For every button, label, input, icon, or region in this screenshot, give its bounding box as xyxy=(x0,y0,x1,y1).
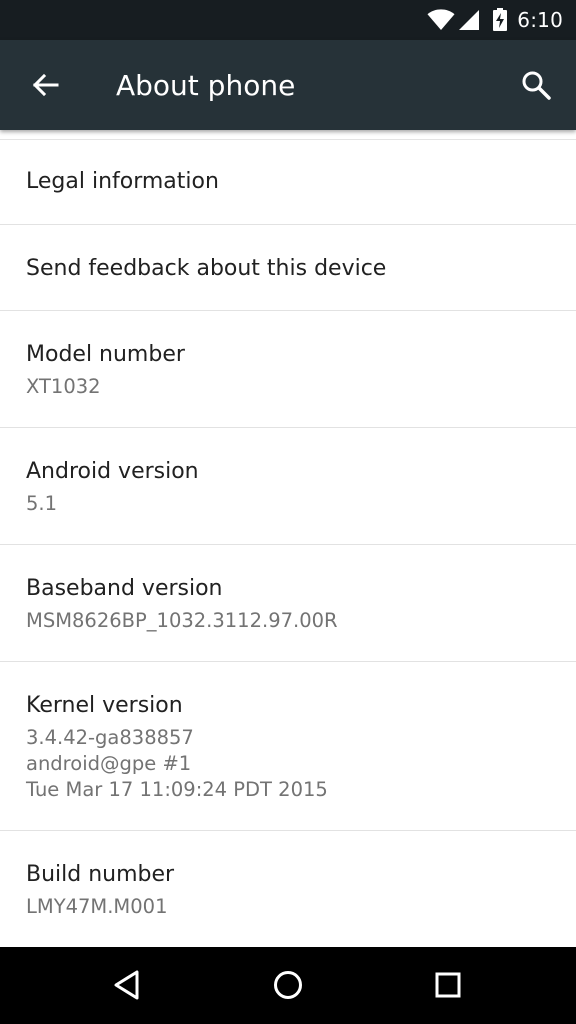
status-bar: 6:10 xyxy=(0,0,576,40)
android-version-item[interactable]: Android version 5.1 xyxy=(0,428,576,545)
nav-recents-icon[interactable] xyxy=(430,967,466,1003)
page-title: About phone xyxy=(116,69,296,102)
battery-charging-icon xyxy=(493,8,507,31)
navigation-bar xyxy=(0,947,576,1024)
item-label: Baseband version xyxy=(26,576,223,601)
item-value: LMY47M.M001 xyxy=(26,895,168,918)
model-number-item[interactable]: Model number XT1032 xyxy=(0,311,576,428)
back-arrow-icon[interactable] xyxy=(30,70,60,100)
item-label: Model number xyxy=(26,342,185,367)
nav-home-icon[interactable] xyxy=(270,967,306,1003)
item-label: Legal information xyxy=(26,169,219,194)
build-number-item[interactable]: Build number LMY47M.M001 xyxy=(0,831,576,947)
search-icon[interactable] xyxy=(520,69,552,101)
wifi-icon xyxy=(427,9,455,30)
item-value: 3.4.42-ga838857 android@gpe #1 Tue Mar 1… xyxy=(26,726,328,801)
list-divider xyxy=(0,130,576,140)
item-value: XT1032 xyxy=(26,375,101,398)
app-bar: About phone xyxy=(0,40,576,130)
settings-list: Legal information Send feedback about th… xyxy=(0,130,576,947)
item-value: 5.1 xyxy=(26,492,58,515)
nav-back-icon[interactable] xyxy=(110,967,146,1003)
item-label: Android version xyxy=(26,459,199,484)
item-label: Build number xyxy=(26,862,175,887)
send-feedback-item[interactable]: Send feedback about this device xyxy=(0,225,576,311)
status-time: 6:10 xyxy=(517,8,563,32)
kernel-version-item[interactable]: Kernel version 3.4.42-ga838857 android@g… xyxy=(0,662,576,831)
legal-information-item[interactable]: Legal information xyxy=(0,140,576,225)
item-label: Kernel version xyxy=(26,693,183,718)
baseband-version-item[interactable]: Baseband version MSM8626BP_1032.3112.97.… xyxy=(0,545,576,662)
item-label: Send feedback about this device xyxy=(26,256,387,281)
item-value: MSM8626BP_1032.3112.97.00R xyxy=(26,609,338,632)
cell-signal-icon xyxy=(459,10,479,30)
